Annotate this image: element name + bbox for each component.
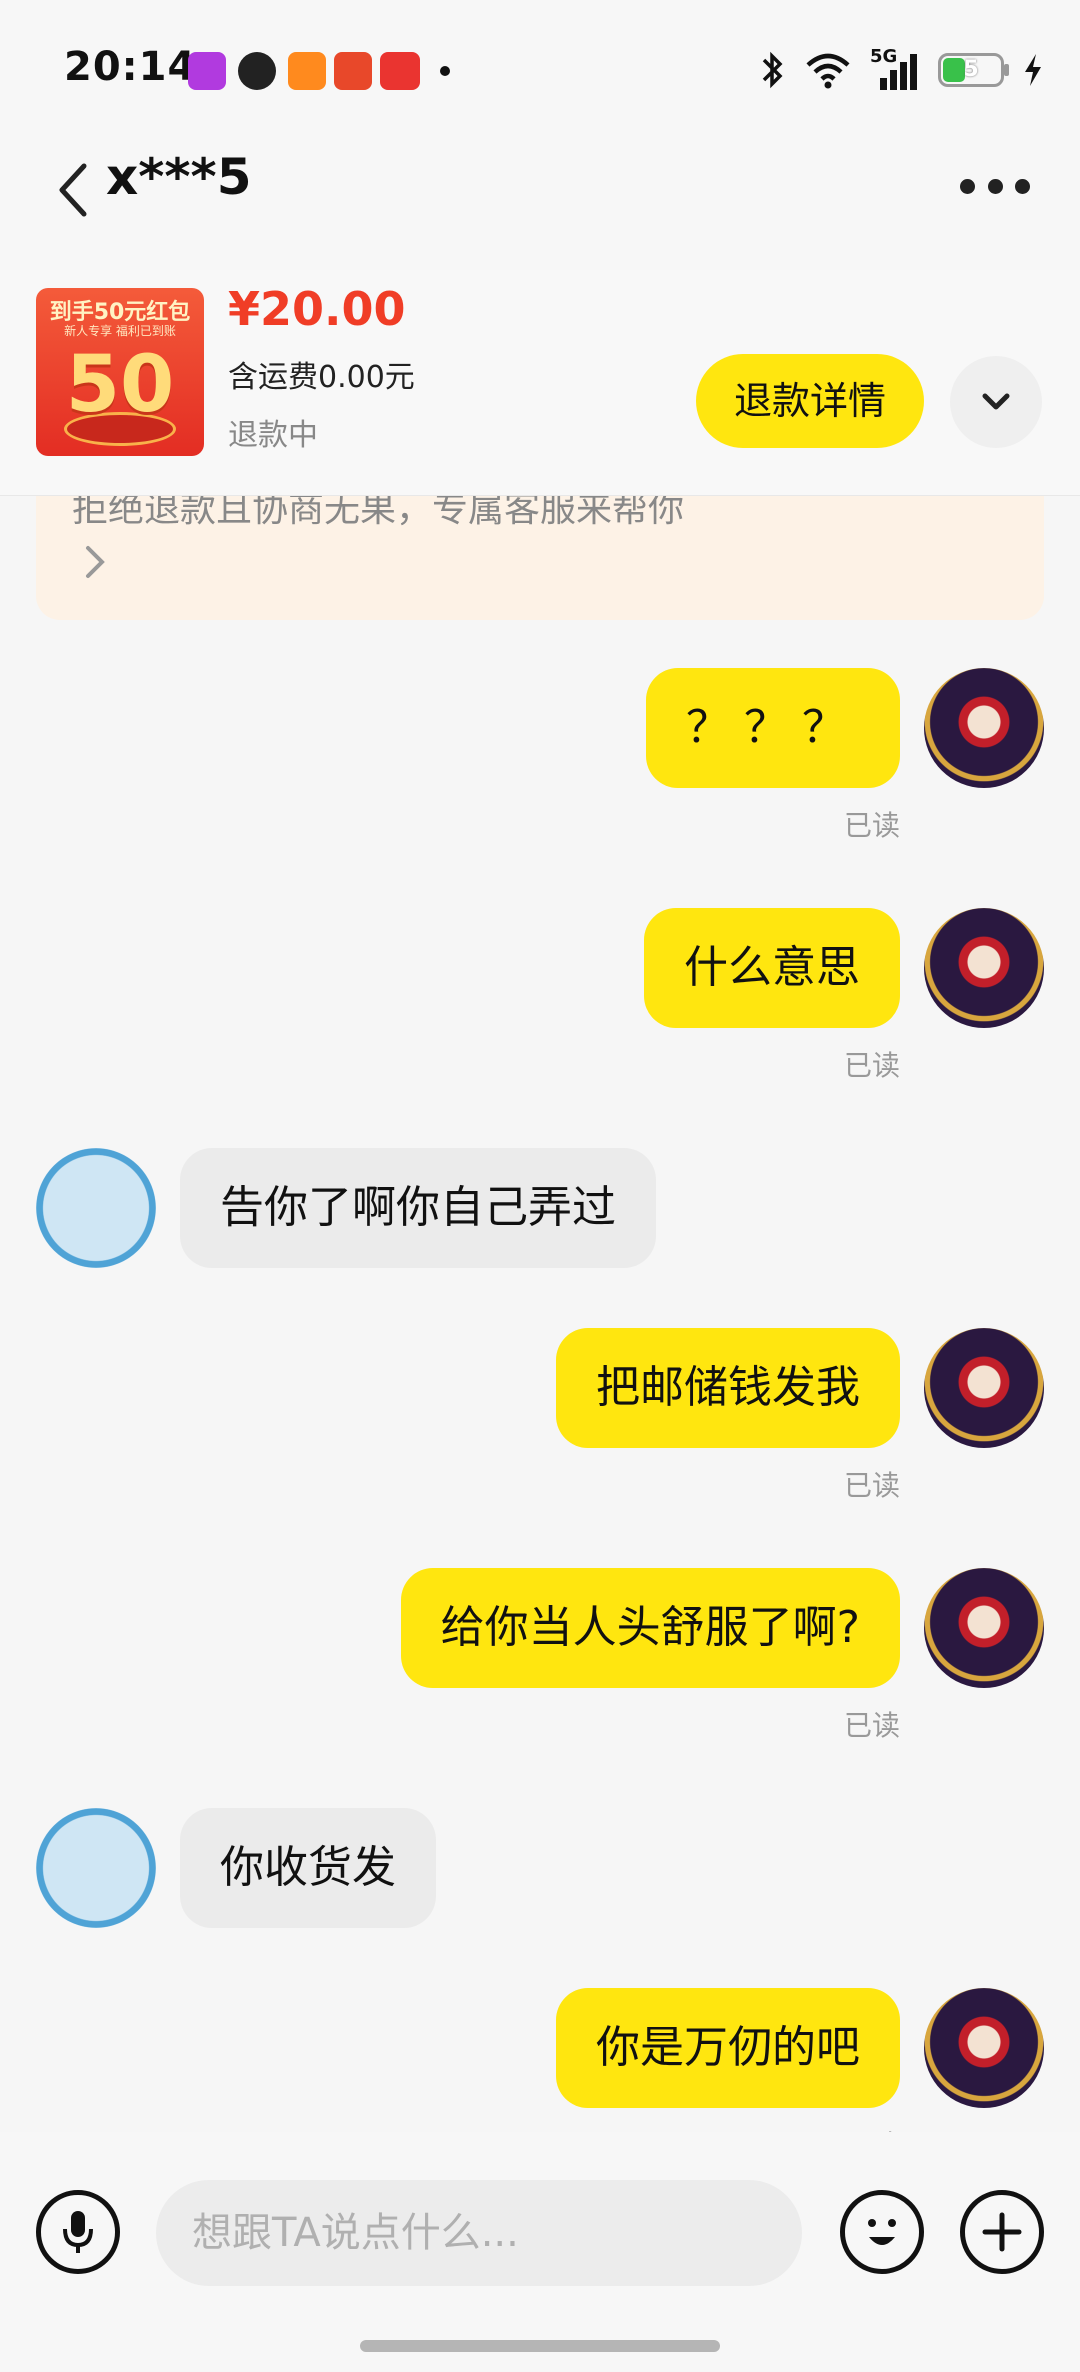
message-bubble-received[interactable]: 你收货发 bbox=[180, 1808, 436, 1928]
chat-title: x***5 bbox=[106, 148, 252, 206]
message-list[interactable]: ？？？ 已读 什么意思 已读 告你了啊你自己弄过 把邮储钱发我 已读 给你当人头… bbox=[0, 620, 1080, 2132]
order-price: ¥20.00 bbox=[228, 282, 406, 336]
read-receipt: 已读 bbox=[843, 809, 900, 842]
read-receipt: 已读 bbox=[843, 1049, 900, 1082]
more-notifications-dot bbox=[440, 66, 450, 76]
more-actions-button[interactable] bbox=[960, 2190, 1044, 2274]
my-avatar[interactable] bbox=[924, 1988, 1044, 2108]
read-receipt: 已读 bbox=[844, 2124, 900, 2132]
message-input[interactable] bbox=[156, 2180, 802, 2286]
back-arrow-icon[interactable] bbox=[52, 160, 92, 220]
smiley-icon bbox=[868, 2219, 896, 2245]
refund-details-button[interactable]: 退款详情 bbox=[696, 354, 924, 448]
my-avatar[interactable] bbox=[924, 908, 1044, 1028]
message-bubble-sent[interactable]: 给你当人头舒服了啊? bbox=[400, 1568, 900, 1688]
message-bubble-sent[interactable]: 你是万仞的吧 bbox=[556, 1988, 900, 2108]
battery-level: 5 bbox=[963, 57, 979, 82]
chevron-down-icon bbox=[982, 393, 1010, 410]
wifi-icon bbox=[806, 53, 850, 89]
read-receipt: 已读 bbox=[843, 1709, 900, 1742]
more-options-button[interactable] bbox=[960, 174, 1030, 198]
thumbnail-subtitle: 新人专享 福利已到账 bbox=[64, 324, 176, 338]
message-bubble-sent[interactable]: 什么意思 bbox=[644, 908, 900, 1028]
video-app-icon bbox=[288, 52, 326, 90]
network-type: 5G bbox=[870, 46, 898, 67]
shop-app-icon bbox=[334, 52, 372, 90]
status-time: 20:14 bbox=[64, 44, 197, 90]
qq-icon bbox=[238, 52, 276, 90]
expand-order-button[interactable] bbox=[950, 356, 1042, 448]
chevron-right-icon bbox=[86, 546, 105, 578]
bluetooth-icon bbox=[762, 51, 783, 89]
battery-icon: 5 bbox=[938, 53, 1009, 87]
microphone-icon bbox=[63, 2211, 93, 2253]
toutiao-icon bbox=[380, 52, 420, 90]
status-bar: 20:14 5G 5 bbox=[0, 0, 1080, 140]
my-avatar[interactable] bbox=[924, 668, 1044, 788]
contact-avatar[interactable] bbox=[36, 1148, 156, 1268]
voice-input-button[interactable] bbox=[36, 2190, 120, 2274]
signal-icon: 5G bbox=[870, 46, 920, 90]
plus-icon bbox=[982, 2212, 1022, 2252]
my-avatar[interactable] bbox=[924, 1568, 1044, 1688]
message-bubble-sent[interactable]: ？？？ bbox=[646, 668, 900, 788]
emoji-button[interactable] bbox=[840, 2190, 924, 2274]
message-bubble-received[interactable]: 告你了啊你自己弄过 bbox=[180, 1148, 656, 1268]
product-thumbnail[interactable]: 到手50元红包 新人专享 福利已到账 50 bbox=[36, 288, 204, 456]
my-avatar[interactable] bbox=[924, 1328, 1044, 1448]
shipping-fee: 含运费0.00元 bbox=[228, 360, 415, 395]
refund-status: 退款中 bbox=[228, 418, 318, 453]
message-bubble-sent[interactable]: 把邮储钱发我 bbox=[556, 1328, 900, 1448]
read-receipt: 已读 bbox=[843, 1469, 900, 1502]
contact-avatar[interactable] bbox=[36, 1808, 156, 1928]
home-indicator[interactable] bbox=[360, 2340, 720, 2352]
charging-icon bbox=[1025, 54, 1041, 86]
status-indicators: 5G 5 bbox=[760, 46, 1044, 92]
thumbnail-number: 50 bbox=[65, 340, 175, 430]
notification-app-icon bbox=[188, 52, 226, 90]
